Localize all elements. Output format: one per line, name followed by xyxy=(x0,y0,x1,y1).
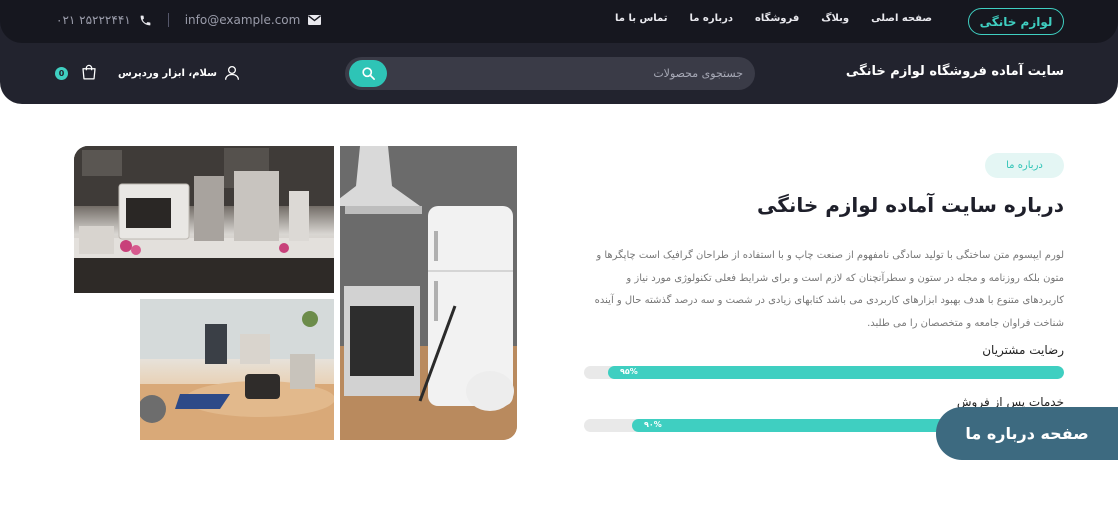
about-description: لورم ایپسوم متن ساختگی با تولید سادگی نا… xyxy=(594,250,1064,329)
progress-value-after-sales: ۹۰% xyxy=(644,420,662,429)
stat-label-satisfaction: رضایت مشتریان xyxy=(982,343,1064,357)
progress-value-satisfaction: ۹۵% xyxy=(620,367,638,376)
cart-icon xyxy=(82,64,96,80)
phone-number[interactable]: ۰۲۱ ۲۵۲۲۲۴۴۱ xyxy=(56,13,131,27)
contact-info: ۰۲۱ ۲۵۲۲۲۴۴۱ info@example.com xyxy=(56,13,322,27)
nav-home[interactable]: صفحه اصلی xyxy=(871,13,932,24)
brand-button[interactable]: لوازم خانگی xyxy=(968,8,1064,35)
nav-shop[interactable]: فروشگاه xyxy=(755,13,799,24)
site-title[interactable]: سایت آماده فروشگاه لوازم خانگی xyxy=(846,64,1064,79)
nav-about[interactable]: درباره ما xyxy=(689,13,733,24)
search-button[interactable] xyxy=(349,60,387,87)
kitchen-counter-image xyxy=(140,299,334,440)
search-icon xyxy=(361,67,375,80)
topbar: لوازم خانگی صفحه اصلی وبلاگ فروشگاه دربا… xyxy=(0,0,1118,43)
cart-button[interactable] xyxy=(80,63,98,86)
main-nav: صفحه اصلی وبلاگ فروشگاه درباره ما تماس ب… xyxy=(615,13,932,24)
about-title: درباره سایت آماده لوازم خانگی xyxy=(756,193,1064,217)
divider xyxy=(167,13,169,27)
search-box xyxy=(345,57,755,90)
progress-bar-satisfaction: ۹۵% xyxy=(584,366,1064,379)
user-icon xyxy=(224,65,239,80)
user-greeting: سلام، ابزار وردپرس xyxy=(118,67,217,79)
mail-icon xyxy=(308,15,322,25)
nav-blog[interactable]: وبلاگ xyxy=(821,13,849,24)
kitchen-appliances-image xyxy=(74,146,334,293)
kitchen-fridge-stove-image xyxy=(340,146,517,440)
section-badge: درباره ما xyxy=(985,153,1064,178)
email-address[interactable]: info@example.com xyxy=(185,13,301,27)
cart-count-badge: 0 xyxy=(55,67,68,80)
page-label: صفحه درباره ما xyxy=(936,407,1118,460)
phone-icon xyxy=(140,15,151,25)
progress-fill-satisfaction: ۹۵% xyxy=(608,366,1064,379)
nav-contact[interactable]: تماس با ما xyxy=(615,13,667,24)
search-input[interactable] xyxy=(403,57,743,90)
header: لوازم خانگی صفحه اصلی وبلاگ فروشگاه دربا… xyxy=(0,0,1118,104)
user-account[interactable]: سلام، ابزار وردپرس xyxy=(118,64,241,82)
